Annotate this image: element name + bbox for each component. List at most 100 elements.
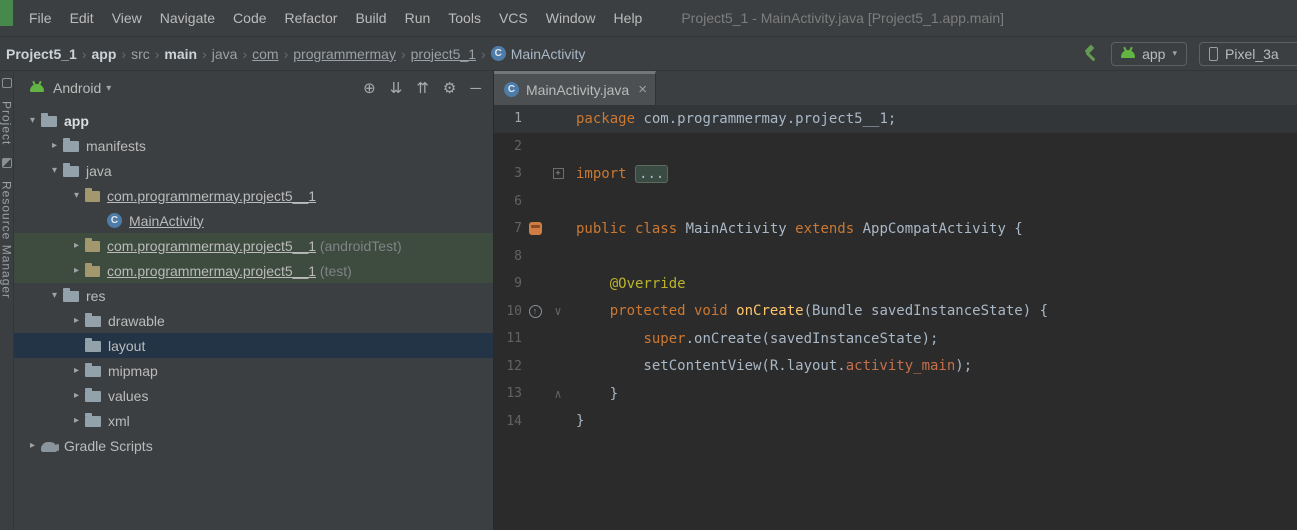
tree-item-layout[interactable]: layout [14,333,493,358]
chevron-down-icon[interactable]: ▾ [106,83,111,94]
code-line-12[interactable]: 12 setContentView(R.layout.activity_main… [494,353,1297,381]
tree-item-values[interactable]: ▸ values [14,383,493,408]
chevron-right-icon[interactable]: ▸ [68,415,85,426]
code-line-14[interactable]: 14} [494,408,1297,436]
code-text: } [568,386,618,402]
build-hammer-icon[interactable] [1082,45,1099,62]
code-text: } [568,413,584,429]
menu-window[interactable]: Window [537,0,605,36]
menu-file[interactable]: File [20,0,61,36]
fold-arrow-icon[interactable]: ∧ [554,387,561,401]
project-tool-window-icon[interactable] [1,78,12,88]
settings-icon[interactable]: ⚙ [443,79,456,97]
expand-all-icon[interactable]: ⇊ [390,79,403,97]
breadcrumb-label: project5_1 [410,45,477,62]
tree-item-label: drawable [108,312,165,329]
resource-manager-icon[interactable] [1,158,12,169]
tree-item-com-programmermay-project5-1-androidtest[interactable]: ▸ com.programmermay.project5__1 (androidT… [14,233,493,258]
project-view-selector[interactable]: Android [53,80,101,96]
code-text: @Override [568,276,686,292]
locate-file-icon[interactable]: ⊕ [363,79,376,97]
project-panel-header: Android ▾ ⊕ ⇊ ⇈ ⚙ ─ [14,71,493,105]
line-number: 11 [506,331,522,347]
tree-item-gradle-scripts[interactable]: ▸ Gradle Scripts [14,433,493,458]
chevron-down-icon[interactable]: ▾ [24,115,41,126]
code-line-1[interactable]: 1 package com.programmermay.project5__1; [494,105,1297,133]
gutter-fold-cell: + [548,168,568,180]
run-configuration-selector[interactable]: app ▾ [1111,41,1187,66]
code-line-11[interactable]: 11 super.onCreate(savedInstanceState); [494,325,1297,353]
menu-view[interactable]: View [103,0,151,36]
project-tree[interactable]: ▾ app ▸ manifests ▾ java ▾ com.programmermay.pr… [14,105,493,530]
editor-pane: C MainActivity.java × 1 package com.progr… [494,71,1297,530]
code-text: import ... [568,164,669,183]
menu-tools[interactable]: Tools [439,0,490,36]
breadcrumb-item-main[interactable]: main [164,46,197,62]
breadcrumb-item-project5-1[interactable]: project5_1 [411,46,476,62]
chevron-down-icon[interactable]: ▾ [68,190,85,201]
breadcrumb-item-mainactivity[interactable]: C MainActivity [490,46,585,62]
breadcrumb-item-project5-1[interactable]: Project5_1 [6,46,77,62]
chevron-right-icon[interactable]: ▸ [68,315,85,326]
tree-item-java[interactable]: ▾ java [14,158,493,183]
breadcrumb-item-app[interactable]: app [92,46,117,62]
chevron-right-icon[interactable]: ▸ [68,240,85,251]
package-icon [85,263,100,277]
tree-item-label: xml [108,412,130,429]
tree-item-manifests[interactable]: ▸ manifests [14,133,493,158]
line-number: 2 [514,138,522,154]
code-line-8[interactable]: 8 [494,243,1297,271]
tree-item-xml[interactable]: ▸ xml [14,408,493,433]
chevron-right-icon[interactable]: ▸ [68,365,85,376]
menu-help[interactable]: Help [605,0,652,36]
tree-item-app[interactable]: ▾ app [14,108,493,133]
tool-window-resource-manager[interactable]: Resource Manager [0,181,14,299]
hide-panel-icon[interactable]: ─ [470,80,481,97]
collapse-all-icon[interactable]: ⇈ [416,79,429,97]
chevron-right-icon[interactable]: ▸ [68,265,85,276]
phone-icon [1209,46,1218,61]
chevron-right-icon[interactable]: ▸ [68,390,85,401]
tree-item-mainactivity[interactable]: C MainActivity [14,208,493,233]
code-line-9[interactable]: 9 @Override [494,270,1297,298]
code-line-13[interactable]: 13 ∧ } [494,380,1297,408]
menu-refactor[interactable]: Refactor [276,0,347,36]
tree-item-drawable[interactable]: ▸ drawable [14,308,493,333]
override-method-gutter-icon[interactable]: ↑ [528,304,542,318]
chevron-right-icon[interactable]: ▸ [24,440,41,451]
android-activity-gutter-icon[interactable] [528,222,542,236]
menu-run[interactable]: Run [396,0,440,36]
code-line-2[interactable]: 2 [494,133,1297,161]
menu-code[interactable]: Code [224,0,275,36]
close-icon[interactable]: × [638,81,647,98]
tool-window-project[interactable]: Project [0,101,14,145]
chevron-down-icon[interactable]: ▾ [46,290,63,301]
breadcrumb-item-java[interactable]: java [212,46,238,62]
code-line-7[interactable]: 7 public class MainActivity extends AppCo… [494,215,1297,243]
code-token: } [576,413,585,430]
breadcrumb-item-src[interactable]: src [131,46,150,62]
folder-icon [85,388,101,402]
fold-expand-icon[interactable]: + [552,168,564,180]
menu-edit[interactable]: Edit [61,0,103,36]
tab-mainactivity[interactable]: C MainActivity.java × [494,71,656,105]
breadcrumb-item-programmermay[interactable]: programmermay [293,46,396,62]
tree-item-com-programmermay-project5-1[interactable]: ▾ com.programmermay.project5__1 [14,183,493,208]
tree-item-res[interactable]: ▾ res [14,283,493,308]
menu-navigate[interactable]: Navigate [151,0,224,36]
tree-item-com-programmermay-project5-1-test[interactable]: ▸ com.programmermay.project5__1 (test) [14,258,493,283]
editor-code[interactable]: 1 package com.programmermay.project5__1; 2… [494,105,1297,530]
code-token: extends [795,220,863,237]
line-number: 14 [506,413,522,429]
tree-item-mipmap[interactable]: ▸ mipmap [14,358,493,383]
chevron-down-icon[interactable]: ▾ [46,165,63,176]
menu-build[interactable]: Build [346,0,395,36]
menu-vcs[interactable]: VCS [490,0,537,36]
device-selector[interactable]: Pixel_3a [1199,41,1297,66]
code-line-6[interactable]: 6 [494,188,1297,216]
code-line-10[interactable]: 10 ↑ ∨ protected void onCreate(Bundle save… [494,298,1297,326]
breadcrumb-item-com[interactable]: com [252,46,278,62]
code-line-3[interactable]: 3 + import ... [494,160,1297,188]
chevron-right-icon[interactable]: ▸ [46,140,63,151]
fold-arrow-icon[interactable]: ∨ [554,304,561,318]
